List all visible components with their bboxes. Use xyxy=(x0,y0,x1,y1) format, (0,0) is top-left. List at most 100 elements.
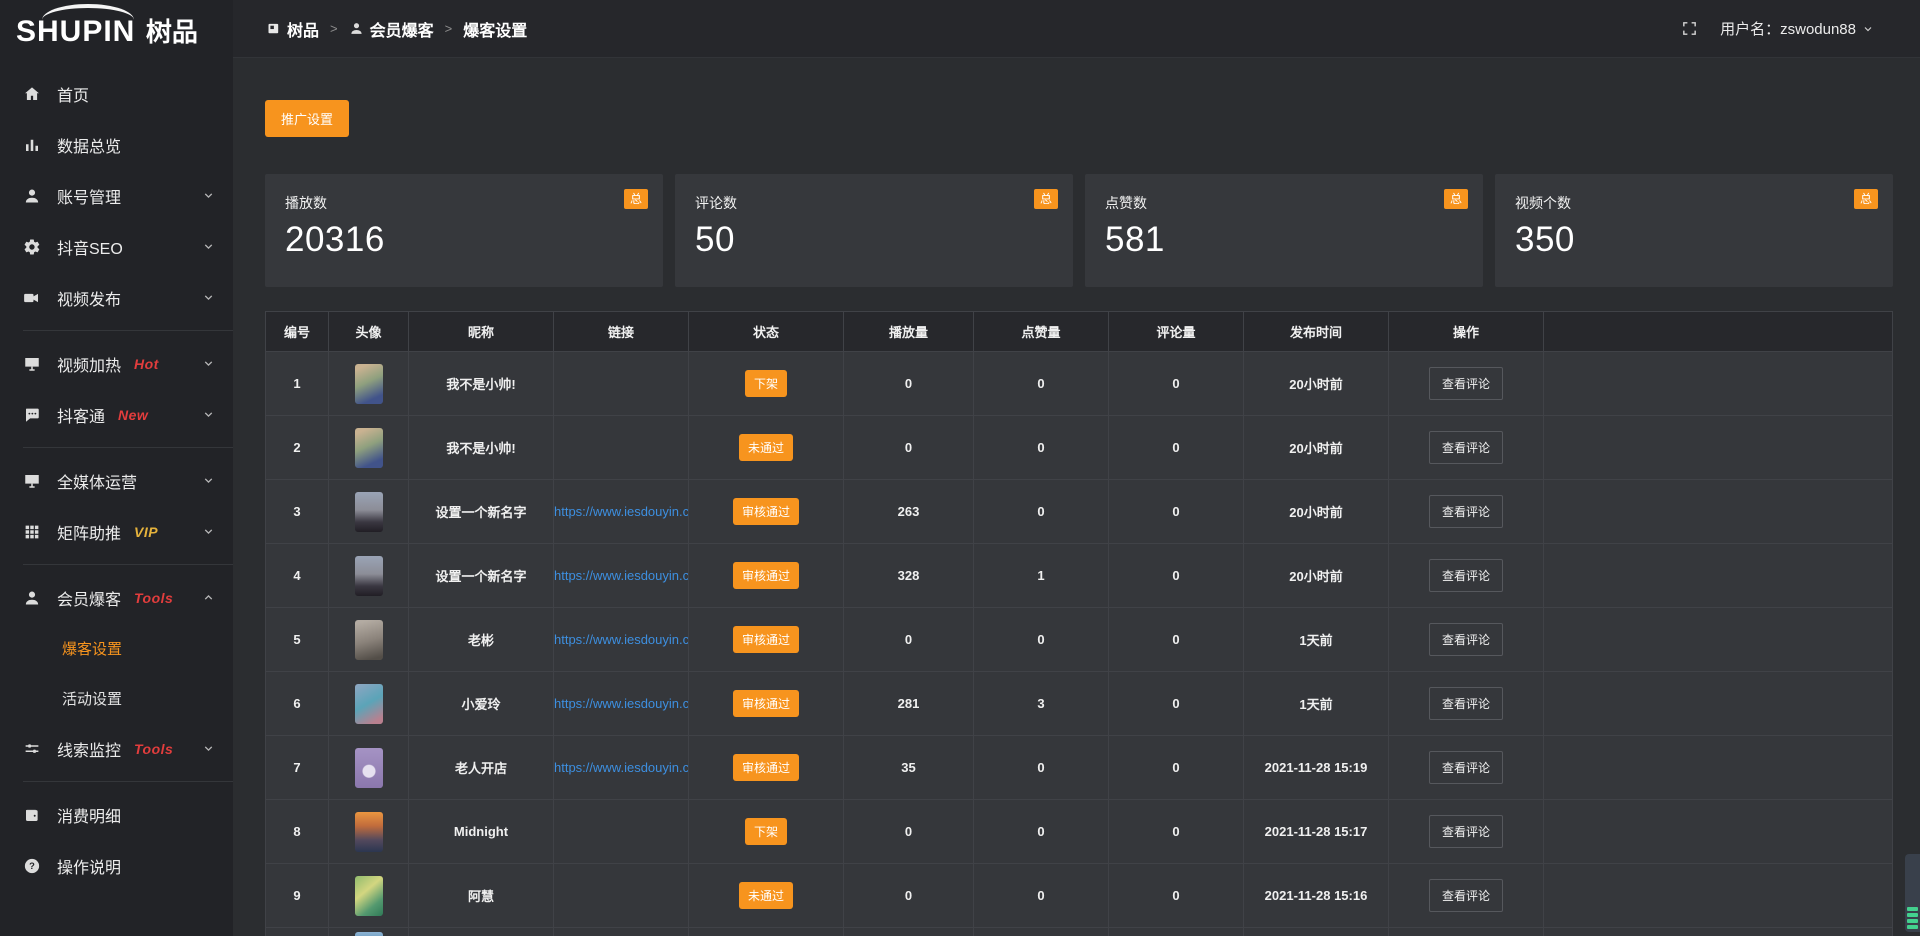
sliders-icon xyxy=(23,740,41,758)
stat-value: 581 xyxy=(1105,220,1463,260)
cell-comments: 0 xyxy=(1109,672,1244,736)
breadcrumb-item-2[interactable]: 爆客设置 xyxy=(463,17,527,41)
sidebar: SHUPIN 树品 首页数据总览账号管理抖音SEO视频发布视频加热Hot抖客通N… xyxy=(0,0,233,936)
cell-status: 未通过 xyxy=(689,864,844,928)
view-comments-button[interactable]: 查看评论 xyxy=(1429,559,1503,592)
breadcrumb-item-0[interactable]: 树品 xyxy=(266,17,319,41)
promo-settings-button[interactable]: 推广设置 xyxy=(265,100,349,137)
cell-index: 7 xyxy=(266,736,329,800)
video-link[interactable]: https://www.iesdouyin.c xyxy=(554,568,689,583)
sidebar-nav: 首页数据总览账号管理抖音SEO视频发布视频加热Hot抖客通New 全媒体运营矩阵助… xyxy=(0,68,233,891)
cell-link xyxy=(554,864,689,928)
sidebar-subitem-activity-settings[interactable]: 活动设置 xyxy=(0,673,233,723)
stat-value: 50 xyxy=(695,220,1053,260)
sidebar-item-account-manage[interactable]: 账号管理 xyxy=(0,170,233,221)
sidebar-item-omnimedia-ops[interactable]: 全媒体运营 xyxy=(0,455,233,506)
status-badge: 下架 xyxy=(745,370,787,397)
avatar xyxy=(355,556,383,596)
sidebar-item-label: 会员爆客 xyxy=(57,586,121,610)
sidebar-item-data-overview[interactable]: 数据总览 xyxy=(0,119,233,170)
cell-index: 4 xyxy=(266,544,329,608)
stat-card-2: 点赞数581总 xyxy=(1085,174,1483,287)
stat-card-1: 评论数50总 xyxy=(675,174,1073,287)
col-header: 播放量 xyxy=(844,312,974,352)
cell-action: 查看评论 xyxy=(1389,864,1544,928)
chevron-down-icon xyxy=(202,408,215,421)
video-link[interactable]: https://www.iesdouyin.c xyxy=(554,504,689,519)
cell-time: 20小时前 xyxy=(1244,480,1389,544)
avatar xyxy=(355,684,383,724)
view-comments-button[interactable]: 查看评论 xyxy=(1429,495,1503,528)
video-link[interactable]: https://www.iesdouyin.c xyxy=(554,632,689,647)
sidebar-subitem-baoke-settings[interactable]: 爆客设置 xyxy=(0,623,233,673)
cell-comments: 0 xyxy=(1109,864,1244,928)
view-comments-button[interactable]: 查看评论 xyxy=(1429,815,1503,848)
cell-filler xyxy=(1544,416,1893,480)
cell-likes: 0 xyxy=(974,608,1109,672)
sidebar-item-douketong[interactable]: 抖客通New xyxy=(0,389,233,440)
col-header: 头像 xyxy=(329,312,409,352)
gear-icon xyxy=(23,238,41,256)
col-header: 编号 xyxy=(266,312,329,352)
cell-partial xyxy=(1544,928,1893,936)
view-comments-button[interactable]: 查看评论 xyxy=(1429,367,1503,400)
cell-action: 查看评论 xyxy=(1389,416,1544,480)
cell-nickname: 老人开店 xyxy=(409,736,554,800)
cell-avatar xyxy=(329,480,409,544)
user-icon xyxy=(23,187,41,205)
monitor-icon xyxy=(23,472,41,490)
sidebar-divider xyxy=(23,781,233,782)
sidebar-item-video-heat[interactable]: 视频加热Hot xyxy=(0,338,233,389)
view-comments-button[interactable]: 查看评论 xyxy=(1429,751,1503,784)
cell-avatar xyxy=(329,672,409,736)
sidebar-item-operation-guide[interactable]: ?操作说明 xyxy=(0,840,233,891)
view-comments-button[interactable]: 查看评论 xyxy=(1429,431,1503,464)
cell-filler xyxy=(1544,608,1893,672)
view-comments-button[interactable]: 查看评论 xyxy=(1429,623,1503,656)
cell-link xyxy=(554,352,689,416)
cell-plays: 35 xyxy=(844,736,974,800)
breadcrumb-item-1[interactable]: 会员爆客 xyxy=(349,17,434,41)
table-row: 1我不是小帅!下架00020小时前查看评论 xyxy=(266,352,1893,416)
breadcrumb-separator: > xyxy=(445,21,453,36)
sidebar-item-clue-monitor[interactable]: 线索监控Tools xyxy=(0,723,233,774)
cell-plays: 281 xyxy=(844,672,974,736)
avatar xyxy=(355,932,383,936)
sidebar-item-video-publish[interactable]: 视频发布 xyxy=(0,272,233,323)
sidebar-item-consume-detail[interactable]: 消费明细 xyxy=(0,789,233,840)
table-row: 4设置一个新名字https://www.iesdouyin.c审核通过32810… xyxy=(266,544,1893,608)
video-link[interactable]: https://www.iesdouyin.c xyxy=(554,760,689,775)
sidebar-item-member-baoke[interactable]: 会员爆客 Tools xyxy=(0,572,233,623)
col-header: 昵称 xyxy=(409,312,554,352)
cell-status: 审核通过 xyxy=(689,480,844,544)
cell-status: 下架 xyxy=(689,800,844,864)
cell-avatar xyxy=(329,608,409,672)
table-row: 9阿慧未通过0002021-11-28 15:16查看评论 xyxy=(266,864,1893,928)
cell-comments: 0 xyxy=(1109,352,1244,416)
cell-action: 查看评论 xyxy=(1389,480,1544,544)
sidebar-item-matrix-boost[interactable]: 矩阵助推VIP xyxy=(0,506,233,557)
sidebar-item-badge: Tools xyxy=(134,741,173,757)
username-menu[interactable]: 用户名：zswodun88 xyxy=(1720,18,1874,39)
cell-filler xyxy=(1544,544,1893,608)
cell-avatar xyxy=(329,864,409,928)
floating-widget[interactable] xyxy=(1905,854,1920,932)
sidebar-item-label: 全媒体运营 xyxy=(57,469,137,493)
cell-nickname: 设置一个新名字 xyxy=(409,480,554,544)
sidebar-item-badge: Tools xyxy=(134,590,173,606)
sidebar-item-label: 矩阵助推 xyxy=(57,520,121,544)
view-comments-button[interactable]: 查看评论 xyxy=(1429,687,1503,720)
topbar: 树品>会员爆客>爆客设置 用户名：zswodun88 xyxy=(233,0,1920,58)
wallet-icon xyxy=(23,806,41,824)
cell-filler xyxy=(1544,480,1893,544)
view-comments-button[interactable]: 查看评论 xyxy=(1429,879,1503,912)
cell-action: 查看评论 xyxy=(1389,736,1544,800)
sidebar-item-douyin-seo[interactable]: 抖音SEO xyxy=(0,221,233,272)
video-link[interactable]: https://www.iesdouyin.c xyxy=(554,696,689,711)
avatar xyxy=(355,748,383,788)
cell-time: 2021-11-28 15:17 xyxy=(1244,800,1389,864)
chevron-down-icon xyxy=(202,291,215,304)
sidebar-item-home[interactable]: 首页 xyxy=(0,68,233,119)
logo-text-cn: 树品 xyxy=(146,17,198,47)
fullscreen-icon[interactable] xyxy=(1681,20,1698,37)
